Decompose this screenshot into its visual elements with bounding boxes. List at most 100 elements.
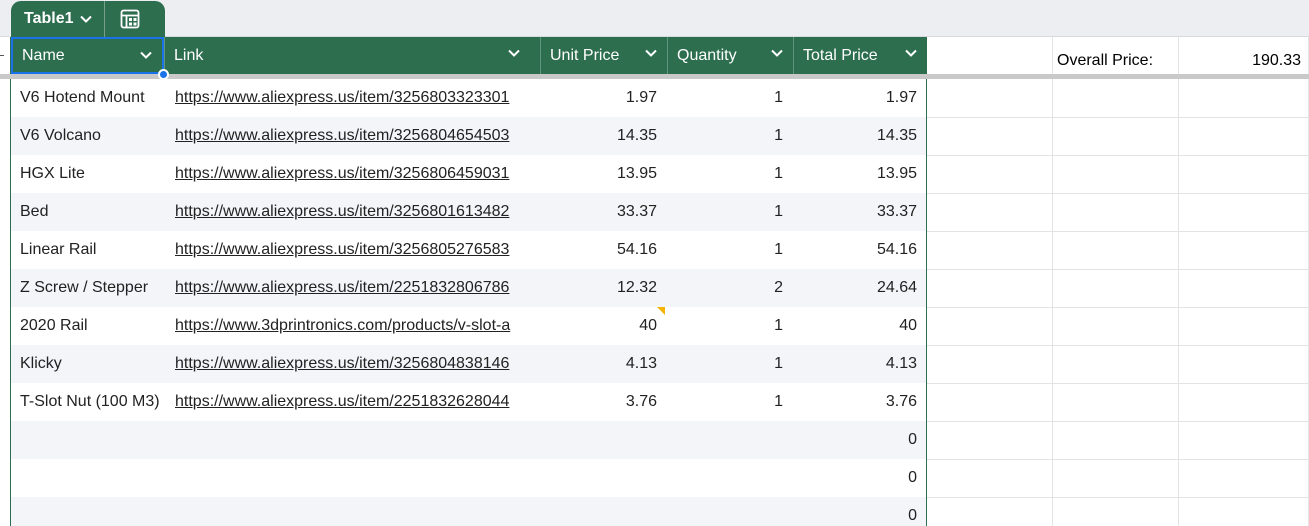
cell-total-price[interactable]: 14.35 — [793, 117, 917, 155]
cell-link[interactable]: https://www.aliexpress.us/item/325680527… — [175, 231, 540, 269]
cell-link[interactable]: https://www.aliexpress.us/item/325680645… — [175, 155, 540, 193]
cell-unit-price[interactable] — [541, 459, 657, 497]
cell-total-price[interactable]: 4.13 — [793, 345, 917, 383]
cell-quantity[interactable]: 1 — [667, 155, 783, 193]
cell-unit-price[interactable]: 4.13 — [541, 345, 657, 383]
cell-name[interactable]: 2020 Rail — [20, 307, 170, 345]
cell-quantity[interactable] — [667, 421, 783, 459]
cell-link[interactable]: https://www.aliexpress.us/item/225183262… — [175, 383, 540, 421]
selection-handle[interactable] — [158, 69, 169, 80]
column-header-label: Name — [22, 46, 65, 64]
cell-total-price[interactable]: 33.37 — [793, 193, 917, 231]
cell-note-indicator[interactable] — [657, 307, 665, 315]
cell-quantity[interactable]: 1 — [667, 117, 783, 155]
grid-line — [1178, 37, 1179, 526]
cell-name[interactable] — [20, 459, 170, 497]
cell-unit-price[interactable]: 12.32 — [541, 269, 657, 307]
table-name-button[interactable]: Table1 — [11, 1, 92, 37]
cell-link[interactable]: https://www.aliexpress.us/item/225183280… — [175, 269, 540, 307]
cell-name[interactable]: T-Slot Nut (100 M3) — [20, 383, 170, 421]
cell-name[interactable]: HGX Lite — [20, 155, 170, 193]
column-header-name[interactable]: Name — [11, 37, 164, 74]
cell-total-price[interactable]: 40 — [793, 307, 917, 345]
cell-quantity[interactable]: 1 — [667, 193, 783, 231]
cell-quantity[interactable]: 1 — [667, 79, 783, 117]
table-row: Z Screw / Stepper https://www.aliexpress.… — [11, 269, 927, 307]
cell-total-price[interactable]: 24.64 — [793, 269, 917, 307]
grid-line — [927, 459, 1309, 460]
cell-quantity[interactable]: 1 — [667, 231, 783, 269]
grid-line — [927, 383, 1309, 384]
column-header-unit-price[interactable]: Unit Price — [541, 37, 667, 74]
cell-unit-price[interactable]: 13.95 — [541, 155, 657, 193]
cell-quantity[interactable] — [667, 459, 783, 497]
grid-line — [927, 117, 1309, 118]
cell-total-price[interactable]: 0 — [793, 497, 917, 526]
grid-line — [927, 269, 1309, 270]
cell-unit-price[interactable]: 54.16 — [541, 231, 657, 269]
cell-unit-price[interactable]: 14.35 — [541, 117, 657, 155]
table-row: 2020 Rail https://www.3dprintronics.com/p… — [11, 307, 927, 345]
cell-name[interactable]: V6 Volcano — [20, 117, 170, 155]
cell-quantity[interactable]: 2 — [667, 269, 783, 307]
cell-name[interactable]: Z Screw / Stepper — [20, 269, 170, 307]
table-tab[interactable]: Table1 — [11, 1, 165, 37]
cell-unit-price[interactable] — [541, 497, 657, 526]
table-calculator-icon — [120, 9, 139, 29]
cell-name[interactable]: Linear Rail — [20, 231, 170, 269]
chevron-down-icon[interactable] — [140, 51, 152, 59]
chevron-down-icon[interactable] — [508, 49, 520, 57]
cell-total-price[interactable]: 54.16 — [793, 231, 917, 269]
column-header-label: Quantity — [677, 46, 737, 64]
table-header-row: Name Link Unit Price Quantity Total Pric… — [11, 37, 927, 74]
table-row: V6 Volcano https://www.aliexpress.us/item… — [11, 117, 927, 155]
cell-unit-price[interactable]: 40 — [541, 307, 657, 345]
cell-name[interactable] — [20, 421, 170, 459]
cell-total-price[interactable]: 0 — [793, 421, 917, 459]
column-header-quantity[interactable]: Quantity — [668, 37, 793, 74]
cell-link[interactable] — [175, 459, 540, 497]
cell-link[interactable] — [175, 421, 540, 459]
cell-link[interactable] — [175, 497, 540, 526]
table-name-label: Table1 — [24, 10, 74, 27]
cell-name[interactable] — [20, 497, 170, 526]
cell-link[interactable]: https://www.aliexpress.us/item/325680483… — [175, 345, 540, 383]
table-row: Klicky https://www.aliexpress.us/item/325… — [11, 345, 927, 383]
cell-quantity[interactable]: 1 — [667, 345, 783, 383]
cell-link[interactable]: https://www.aliexpress.us/item/325680161… — [175, 193, 540, 231]
column-header-label: Link — [174, 46, 204, 64]
cell-total-price[interactable]: 0 — [793, 459, 917, 497]
cell-unit-price[interactable]: 1.97 — [541, 79, 657, 117]
cell-total-price[interactable]: 13.95 — [793, 155, 917, 193]
frozen-row-divider[interactable] — [0, 74, 1309, 79]
cell-link[interactable]: https://www.3dprintronics.com/products/v… — [175, 307, 540, 345]
cell-name[interactable]: Bed — [20, 193, 170, 231]
cell-quantity[interactable]: 1 — [667, 383, 783, 421]
chevron-down-icon[interactable] — [771, 49, 783, 57]
sheet-top-strip — [0, 0, 1309, 37]
cell-unit-price[interactable] — [541, 421, 657, 459]
column-header-link[interactable]: Link — [165, 37, 530, 74]
cell-quantity[interactable]: 1 — [667, 307, 783, 345]
table-row: Bed https://www.aliexpress.us/item/325680… — [11, 193, 927, 231]
cell-total-price[interactable]: 3.76 — [793, 383, 917, 421]
column-header-label: Total Price — [803, 46, 878, 64]
cell-total-price[interactable]: 1.97 — [793, 79, 917, 117]
grid-line — [927, 497, 1309, 498]
column-header-total-price[interactable]: Total Price — [794, 37, 927, 74]
cell-link[interactable]: https://www.aliexpress.us/item/325680332… — [175, 79, 540, 117]
cell-link[interactable]: https://www.aliexpress.us/item/325680465… — [175, 117, 540, 155]
table-row: Linear Rail https://www.aliexpress.us/ite… — [11, 231, 927, 269]
grid-line — [1052, 37, 1053, 526]
chevron-down-icon[interactable] — [905, 49, 917, 57]
table-border — [10, 37, 11, 526]
grid-line — [927, 155, 1309, 156]
cell-unit-price[interactable]: 3.76 — [541, 383, 657, 421]
table-row: 0 — [11, 421, 927, 459]
cell-name[interactable]: V6 Hotend Mount — [20, 79, 170, 117]
cell-quantity[interactable] — [667, 497, 783, 526]
cell-unit-price[interactable]: 33.37 — [541, 193, 657, 231]
cell-name[interactable]: Klicky — [20, 345, 170, 383]
chevron-down-icon[interactable] — [645, 49, 657, 57]
table-menu-button[interactable] — [105, 1, 155, 37]
